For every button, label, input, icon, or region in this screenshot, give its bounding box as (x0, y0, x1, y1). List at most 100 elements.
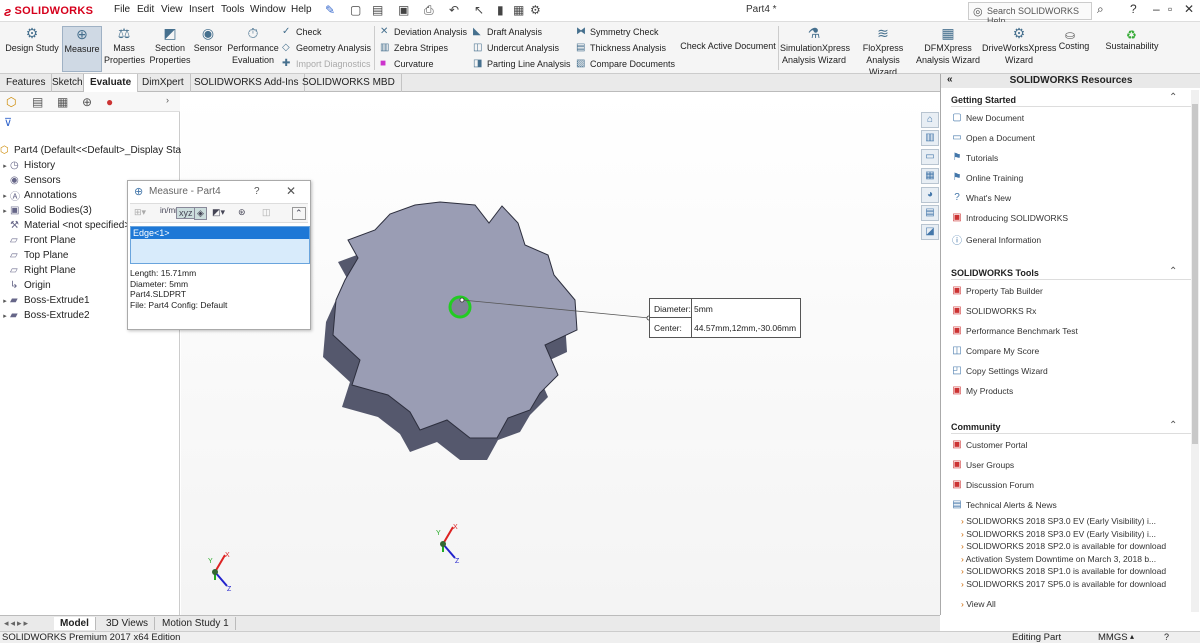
tab-dimxpert[interactable]: DimXpert (136, 74, 191, 92)
home-icon[interactable]: ⌂ (921, 112, 939, 128)
expand-icon[interactable]: ▸ (0, 192, 10, 200)
minimize-icon[interactable]: – (1153, 2, 1160, 16)
undercut-analysis-button[interactable]: ◫ Undercut Analysis (473, 42, 559, 53)
design-library-icon[interactable]: ▥ (921, 130, 939, 146)
mass-properties-button[interactable]: ⚖ Mass Properties (104, 26, 145, 66)
tree-item-annotations[interactable]: ▸ Ⓐ Annotations (0, 188, 77, 203)
news-item[interactable]: › Activation System Downtime on March 3,… (961, 554, 1156, 564)
parting-line-analysis-button[interactable]: ◨ Parting Line Analysis (473, 58, 571, 69)
menu-view[interactable]: View (161, 4, 183, 15)
dimxpertmanager-tab-icon[interactable]: ⊕ (82, 95, 92, 109)
configurationmanager-tab-icon[interactable]: ▦ (57, 95, 68, 109)
menu-insert[interactable]: Insert (189, 4, 214, 15)
link-open-document[interactable]: ▭ Open a Document (951, 132, 1035, 143)
propertymanager-tab-icon[interactable]: ▤ (32, 95, 43, 109)
draft-analysis-button[interactable]: ◣ Draft Analysis (473, 26, 542, 37)
chevron-right-icon[interactable]: › (166, 95, 169, 105)
tree-item-origin[interactable]: ↳ Origin (0, 278, 51, 293)
curvature-button[interactable]: ■ Curvature (380, 58, 434, 69)
close-icon[interactable]: ✕ (1184, 2, 1194, 16)
new-document-icon[interactable]: ▢ (350, 3, 361, 17)
tab-features[interactable]: Features (0, 74, 53, 92)
menu-tools[interactable]: Tools (221, 4, 244, 15)
link-performance-benchmark-test[interactable]: ▣ Performance Benchmark Test (951, 325, 1078, 336)
link-introducing-solidworks[interactable]: ▣ Introducing SOLIDWORKS (951, 212, 1068, 223)
link-property-tab-builder[interactable]: ▣ Property Tab Builder (951, 285, 1043, 296)
link-copy-settings-wizard[interactable]: ◰ Copy Settings Wizard (951, 365, 1047, 376)
link-whats-new[interactable]: ? What's New (951, 192, 1011, 203)
compare-documents-button[interactable]: ▧ Compare Documents (576, 58, 675, 69)
close-button[interactable]: ✕ (286, 184, 296, 198)
file-explorer-icon[interactable]: ▭ (921, 149, 939, 165)
view-all-link[interactable]: › View All (961, 599, 996, 609)
measure-history-icon[interactable]: ⊛ (238, 207, 246, 218)
selection-item[interactable]: Edge<1> (131, 227, 309, 239)
news-item[interactable]: › SOLIDWORKS 2018 SP3.0 EV (Early Visibi… (961, 529, 1156, 539)
tree-item-solid-bodies[interactable]: ▸ ▣ Solid Bodies(3) (0, 203, 92, 218)
tree-item-material[interactable]: ⚒ Material <not specified> (0, 218, 130, 233)
double-chevron-left-icon[interactable]: « (947, 74, 953, 85)
help-icon[interactable]: ? (1130, 2, 1137, 16)
measure-dialog-title[interactable]: ⊕ Measure - Part4 (128, 181, 310, 202)
collapse-chevron-icon[interactable]: ⌃ (1169, 420, 1177, 431)
tree-item-front-plane[interactable]: ▱ Front Plane (0, 233, 76, 248)
expand-icon[interactable]: ▸ (0, 207, 10, 215)
performance-evaluation-button[interactable]: ⏱ Performance Evaluation (226, 26, 280, 66)
expand-icon[interactable]: ▸ (0, 297, 10, 305)
solidworks-logo[interactable]: ƨ SOLIDWORKS (4, 2, 100, 20)
news-item[interactable]: › SOLIDWORKS 2018 SP1.0 is available for… (961, 566, 1166, 576)
units-selector[interactable]: MMGS (1098, 632, 1128, 643)
symmetry-check-button[interactable]: ⧓ Symmetry Check (576, 26, 659, 37)
units-dropdown-icon[interactable]: ▴ (1130, 632, 1134, 641)
undo-icon[interactable]: ↶ (449, 3, 459, 17)
custom-properties-icon[interactable]: ▤ (921, 205, 939, 221)
menu-file[interactable]: File (114, 4, 130, 15)
floxpress-button[interactable]: ≋ FloXpress Analysis Wizard (852, 26, 914, 78)
thickness-analysis-button[interactable]: ▤ Thickness Analysis (576, 42, 666, 53)
rebuild-icon[interactable]: ▮ (497, 3, 504, 17)
tab-evaluate[interactable]: Evaluate (83, 74, 139, 92)
news-item[interactable]: › SOLIDWORKS 2017 SP5.0 is available for… (961, 579, 1166, 589)
check-active-document-button[interactable]: Check Active Document (680, 40, 776, 52)
menu-window[interactable]: Window (250, 4, 286, 15)
link-general-information[interactable]: ⓘ General Information (951, 232, 1041, 248)
tab-scroll-arrows-icon[interactable]: ◂◂▸▸ (4, 618, 30, 629)
file-properties-icon[interactable]: ▦ (513, 3, 524, 17)
show-xyz-icon[interactable]: xyz (176, 207, 196, 219)
link-online-training[interactable]: ⚑ Online Training (951, 172, 1024, 183)
simulationxpress-button[interactable]: ⚗ SimulationXpress Analysis Wizard (780, 26, 850, 66)
scrollbar-thumb[interactable] (1192, 104, 1198, 444)
tree-item-history[interactable]: ▸ ◷ History (0, 158, 55, 173)
section-properties-button[interactable]: ◩ Section Properties (149, 26, 191, 66)
print-icon[interactable]: ⎙ (424, 3, 434, 18)
forum-icon[interactable]: ◪ (921, 224, 939, 240)
sensor-button[interactable]: ◉ Sensor (193, 26, 223, 54)
tab-motion-study-1[interactable]: Motion Study 1 (156, 617, 236, 630)
tree-root[interactable]: ⬡ Part4 (Default<<Default>_Display State (0, 143, 189, 158)
tab-solidworks-add-ins[interactable]: SOLIDWORKS Add-Ins (188, 74, 306, 92)
tree-item-right-plane[interactable]: ▱ Right Plane (0, 263, 76, 278)
link-my-products[interactable]: ▣ My Products (951, 385, 1013, 396)
appearances-icon[interactable]: ◕ (921, 187, 939, 203)
search-icon[interactable]: ⌕ (1097, 2, 1104, 17)
link-user-groups[interactable]: ▣ User Groups (951, 459, 1014, 470)
collapse-chevron-icon[interactable]: ⌃ (1169, 266, 1177, 277)
check-button[interactable]: ✓ Check (282, 26, 322, 37)
tree-item-sensors[interactable]: ◉ Sensors (0, 173, 61, 188)
tree-item-boss-extrude1[interactable]: ▸ ▰ Boss-Extrude1 (0, 293, 89, 308)
news-item[interactable]: › SOLIDWORKS 2018 SP3.0 EV (Early Visibi… (961, 516, 1156, 526)
link-compare-my-score[interactable]: ◫ Compare My Score (951, 345, 1039, 356)
link-discussion-forum[interactable]: ▣ Discussion Forum (951, 479, 1034, 490)
restore-icon[interactable]: ▫ (1168, 2, 1172, 16)
link-technical-alerts[interactable]: ▤ Technical Alerts & News (951, 499, 1056, 510)
selection-list[interactable]: Edge<1> (130, 226, 310, 264)
menu-help[interactable]: Help (291, 4, 312, 15)
save-icon[interactable]: ▣ (398, 3, 409, 17)
link-customer-portal[interactable]: ▣ Customer Portal (951, 439, 1027, 450)
options-icon[interactable]: ⚙ (530, 3, 541, 17)
link-new-document[interactable]: ▢ New Document (951, 112, 1024, 123)
filter-icon[interactable]: ⊽ (4, 116, 12, 129)
tab-solidworks-mbd[interactable]: SOLIDWORKS MBD (296, 74, 402, 92)
pin-icon[interactable]: ✎ (325, 3, 335, 17)
create-sensor-icon[interactable]: ◫ (262, 207, 271, 218)
